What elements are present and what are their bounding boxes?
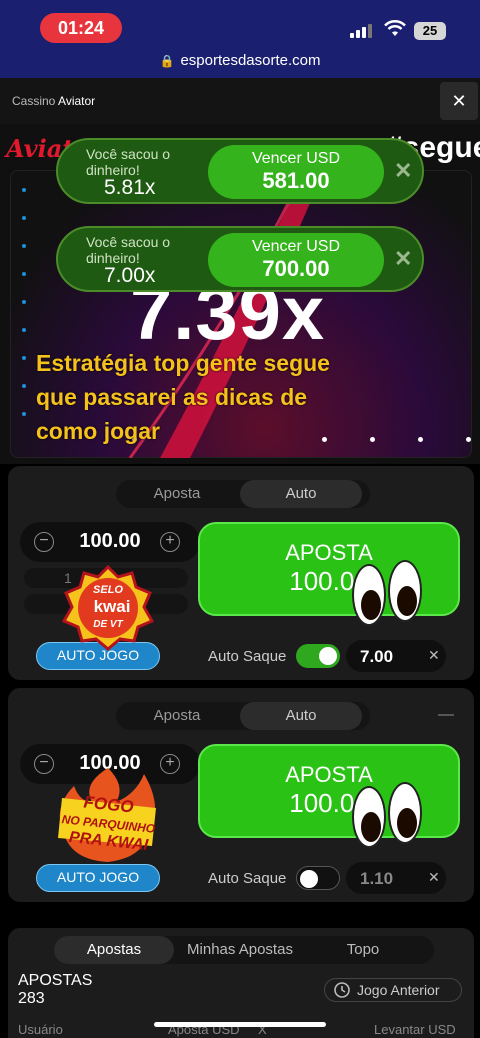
previous-round-label: Jogo Anterior xyxy=(357,982,440,998)
auto-cashout-toggle[interactable] xyxy=(296,644,340,668)
auto-play-button[interactable]: AUTO JOGO xyxy=(36,864,160,892)
auto-cashout-value: 1.10 xyxy=(360,869,394,888)
cashout-toast: Você sacou o dinheiro! 5.81x Vencer USD … xyxy=(56,138,424,204)
tab-aposta[interactable]: Aposta xyxy=(116,702,238,730)
selo-text-2: kwai xyxy=(94,597,131,616)
signal-icon xyxy=(350,24,372,38)
toast-close-icon[interactable]: ✕ xyxy=(394,158,412,184)
tab-auto[interactable]: Auto xyxy=(240,480,362,508)
minus-icon[interactable]: − xyxy=(34,754,54,774)
cashout-toast: Você sacou o dinheiro! 7.00x Vencer USD … xyxy=(56,226,424,292)
overlay-caption: Estratégia top gente segue que passarei … xyxy=(36,350,330,444)
bet-mode-tabs: Aposta Auto xyxy=(116,480,370,508)
breadcrumb: Cassino Aviator xyxy=(12,94,95,108)
toast-multiplier: 7.00x xyxy=(104,264,156,287)
toggle-knob xyxy=(300,870,318,888)
selo-kwai-sticker: SELO kwai DE VT xyxy=(61,564,155,651)
auto-cashout-label: Auto Saque xyxy=(208,648,287,665)
eyes-sticker-icon xyxy=(352,560,422,640)
breadcrumb-game: Aviator xyxy=(58,94,96,108)
toast-win-pill: Vencer USD 700.00 xyxy=(208,233,384,287)
bets-count: 283 xyxy=(18,990,45,1007)
tab-aposta[interactable]: Aposta xyxy=(116,480,238,508)
url-text: esportesdasorte.com xyxy=(180,52,321,69)
auto-cashout-label: Auto Saque xyxy=(208,870,287,887)
clear-icon[interactable]: ✕ xyxy=(428,869,440,886)
minus-icon[interactable]: − xyxy=(34,532,54,552)
lock-icon: 🔒 xyxy=(159,54,175,68)
breadcrumb-section[interactable]: Cassino xyxy=(12,94,55,108)
clear-icon[interactable]: ✕ xyxy=(428,647,440,664)
bets-tabs: Apostas Minhas Apostas Topo xyxy=(54,936,434,964)
eyes-sticker-icon xyxy=(352,782,422,862)
close-button[interactable]: ✕ xyxy=(440,82,478,120)
amount-stepper: − 100.00 + xyxy=(20,522,200,562)
toast-win-label: Vencer USD xyxy=(251,150,341,167)
bets-title: APOSTAS xyxy=(18,972,93,989)
history-icon xyxy=(334,982,350,998)
clock: 01:24 xyxy=(40,13,122,43)
toast-win-value: 581.00 xyxy=(262,168,330,193)
column-user: Usuário xyxy=(18,1022,63,1037)
toast-win-pill: Vencer USD 581.00 xyxy=(208,145,384,199)
game-header: Cassino Aviator xyxy=(0,78,480,124)
selo-text-3: DE VT xyxy=(93,619,123,630)
auto-cashout-input[interactable]: 7.00 ✕ xyxy=(346,640,446,672)
previous-round-button[interactable]: Jogo Anterior xyxy=(324,978,462,1002)
amount-value[interactable]: 100.00 xyxy=(60,530,160,553)
fogo-kwai-sticker: FOGO NO PARQUINHO PRA KWAI xyxy=(52,768,164,864)
toast-label: Você sacou o dinheiro! xyxy=(86,234,171,266)
url-bar[interactable]: 🔒 esportesdasorte.com xyxy=(0,52,480,69)
home-indicator[interactable] xyxy=(154,1022,326,1027)
toast-multiplier: 5.81x xyxy=(104,176,156,199)
tab-apostas[interactable]: Apostas xyxy=(54,936,174,964)
column-cashout: Levantar USD xyxy=(374,1022,456,1037)
tab-auto[interactable]: Auto xyxy=(240,702,362,730)
wifi-icon xyxy=(384,20,406,36)
remove-panel-icon[interactable] xyxy=(438,714,454,716)
tab-minhas-apostas[interactable]: Minhas Apostas xyxy=(178,936,302,964)
plus-icon[interactable]: + xyxy=(160,532,180,552)
toast-win-value: 700.00 xyxy=(262,256,330,281)
battery-indicator: 25 xyxy=(414,22,446,40)
status-bar: 01:24 25 🔒 esportesdasorte.com xyxy=(0,0,480,78)
toggle-knob xyxy=(319,647,337,665)
toast-label: Você sacou o dinheiro! xyxy=(86,146,171,178)
auto-cashout-value: 7.00 xyxy=(360,647,394,666)
toast-win-label: Vencer USD xyxy=(251,238,341,255)
auto-cashout-toggle[interactable] xyxy=(296,866,340,890)
close-icon: ✕ xyxy=(451,91,467,111)
selo-text-1: SELO xyxy=(93,584,123,596)
toast-close-icon[interactable]: ✕ xyxy=(394,246,412,272)
tab-topo[interactable]: Topo xyxy=(304,936,422,964)
auto-cashout-input[interactable]: 1.10 ✕ xyxy=(346,862,446,894)
bet-mode-tabs: Aposta Auto xyxy=(116,702,370,730)
